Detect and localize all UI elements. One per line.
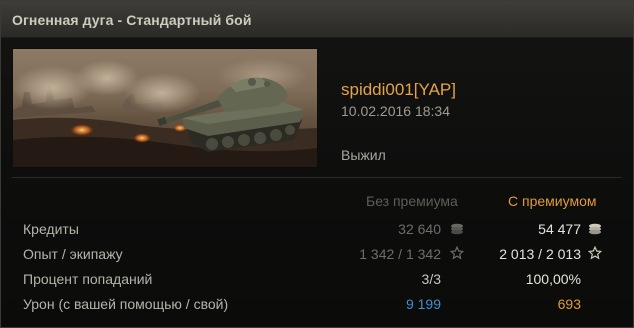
header-with-premium: С премиумом (508, 193, 597, 209)
battle-datetime: 10.02.2016 18:34 (341, 103, 450, 119)
experience-label: Опыт / экипажу (23, 246, 123, 262)
vehicle-status: Выжил (341, 147, 386, 163)
credits-label: Кредиты (23, 221, 79, 237)
credits-base-value: 32 640 (398, 221, 441, 237)
experience-base-value: 1 342 / 1 342 (359, 246, 441, 262)
credits-icon (451, 223, 463, 235)
player-name: spiddi001[YAP] (341, 80, 456, 99)
section-divider (12, 177, 622, 178)
experience-premium-value: 2 013 / 2 013 (499, 246, 581, 262)
tank-scene-illustration (12, 48, 318, 168)
experience-star-icon (450, 246, 464, 260)
hit-ratio-premium-value: 100,00% (525, 271, 581, 287)
header-without-premium: Без премиума (366, 193, 458, 209)
battle-result-window: Огненная дуга - Стандартный бой spiddi00… (0, 0, 634, 328)
hit-ratio-label: Процент попаданий (23, 271, 153, 287)
damage-label: Урон (с вашей помощью / свой) (23, 296, 229, 312)
damage-own-value: 693 (557, 296, 581, 312)
window-title: Огненная дуга - Стандартный бой (12, 12, 252, 28)
credits-icon (589, 223, 601, 235)
experience-star-icon (588, 246, 602, 260)
credits-premium-value: 54 477 (538, 221, 581, 237)
hit-ratio-base-value: 3/3 (421, 271, 441, 287)
vehicle-battle-image (12, 48, 318, 168)
title-bar: Огненная дуга - Стандартный бой (1, 1, 633, 38)
damage-assisted-value: 9 199 (405, 296, 441, 312)
